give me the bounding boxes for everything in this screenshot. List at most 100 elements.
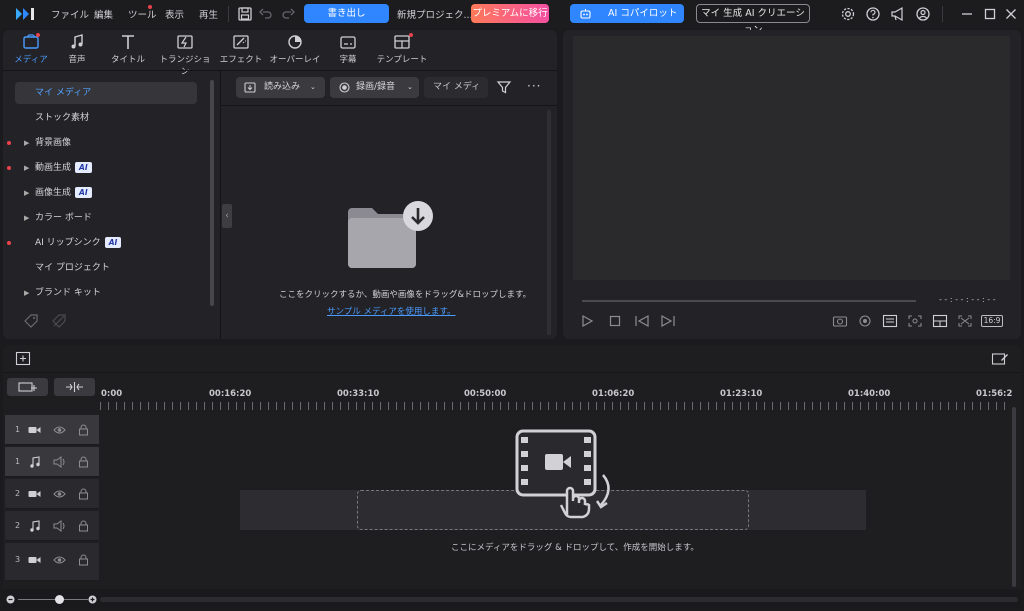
tab-effects[interactable]: エフェクト <box>213 34 269 65</box>
timeline-layout-icon[interactable] <box>15 351 31 366</box>
search-input[interactable]: マイ メディ <box>424 77 488 98</box>
track-header-video-2[interactable]: 2 <box>5 479 99 509</box>
snapshot-icon[interactable] <box>832 314 848 328</box>
next-frame-icon[interactable] <box>660 314 676 328</box>
zoom-fit-icon[interactable] <box>907 314 923 328</box>
aspect-ratio-button[interactable]: 16:9 <box>981 315 1003 327</box>
robot-icon <box>580 9 591 19</box>
redo-icon[interactable] <box>280 6 296 22</box>
filter-icon[interactable] <box>496 79 512 95</box>
ai-copilot-button[interactable]: AI コパイロット <box>570 4 684 23</box>
title-bar: ファイル 編集 ツール 表示 再生 書き出し 新規プロジェク... プレミアムに… <box>0 0 1024 36</box>
close-icon[interactable] <box>1003 6 1019 22</box>
import-button[interactable]: 読み込み ⌄ <box>236 77 325 98</box>
volume-icon[interactable] <box>53 456 66 468</box>
eye-icon[interactable] <box>53 488 66 500</box>
export-button[interactable]: 書き出し <box>304 4 389 23</box>
track-header-audio-1[interactable]: 1 <box>5 447 99 477</box>
sidebar-item-stock[interactable]: ストック素材 <box>15 107 197 129</box>
account-icon[interactable] <box>915 6 931 22</box>
lock-icon[interactable] <box>78 424 89 436</box>
zoom-slider-handle[interactable] <box>55 595 64 604</box>
video-camera-icon <box>28 491 41 497</box>
previous-frame-icon[interactable] <box>634 314 650 328</box>
tab-audio[interactable]: 音声 <box>49 34 105 65</box>
lock-icon[interactable] <box>78 456 89 468</box>
ai-creation-button[interactable]: マイ 生成 AI クリエーション <box>696 4 810 36</box>
import-folder-icon[interactable] <box>346 200 438 272</box>
divider <box>228 6 229 22</box>
menu-file[interactable]: ファイル <box>51 7 89 21</box>
media-scrollbar[interactable] <box>547 110 551 335</box>
lock-icon[interactable] <box>78 520 89 532</box>
import-label: 読み込み <box>264 82 301 92</box>
sidebar-item-my-media[interactable]: マイ メディア <box>15 82 197 104</box>
notify-dot <box>36 33 40 37</box>
zoom-in-icon[interactable] <box>88 595 97 604</box>
track-header-video-3[interactable]: 3 <box>5 543 99 581</box>
tab-overlay-label: オーバーレイ <box>269 55 321 65</box>
stop-icon[interactable] <box>608 314 622 328</box>
lock-icon[interactable] <box>78 554 89 566</box>
play-icon[interactable] <box>580 314 594 328</box>
snap-button[interactable] <box>54 378 95 396</box>
gear-icon[interactable] <box>840 6 856 22</box>
tab-templates[interactable]: テンプレート <box>374 34 430 65</box>
sidebar-item-label: ブランド キット <box>35 288 101 298</box>
zoom-slider-track[interactable] <box>18 599 88 600</box>
save-icon[interactable] <box>237 6 253 22</box>
fullscreen-icon[interactable] <box>957 314 973 328</box>
divider <box>221 105 557 106</box>
undo-icon[interactable] <box>258 6 274 22</box>
sidebar-item-image-gen[interactable]: ▶ 画像生成 AI <box>15 182 197 204</box>
sidebar-scrollbar[interactable] <box>210 80 214 306</box>
timeline-vertical-scrollbar[interactable] <box>1012 407 1016 587</box>
track-header-video-1[interactable]: 1 <box>5 415 99 445</box>
music-note-icon <box>71 34 83 49</box>
tab-overlay[interactable]: オーバーレイ <box>267 34 323 65</box>
menu-tools[interactable]: ツール <box>128 7 157 21</box>
track-header-audio-2[interactable]: 2 <box>5 511 99 541</box>
notify-dot <box>7 166 11 170</box>
eye-icon[interactable] <box>53 424 66 436</box>
volume-icon[interactable] <box>53 520 66 532</box>
more-options-icon[interactable]: ··· <box>527 79 541 93</box>
menu-play[interactable]: 再生 <box>199 7 218 21</box>
sidebar-item-brand-kit[interactable]: ▶ ブランド キット <box>15 282 197 304</box>
ruler-label: 01:56:2 <box>976 389 1013 399</box>
overlay-icon <box>288 35 302 49</box>
add-tag-icon[interactable] <box>23 313 39 329</box>
playback-progress-bar[interactable] <box>582 300 916 302</box>
sidebar-item-my-projects[interactable]: マイ プロジェクト <box>15 257 197 279</box>
sidebar-item-lipsync[interactable]: AI リップシンク AI <box>15 232 197 254</box>
sidebar-item-color-board[interactable]: ▶ カラー ボード <box>15 207 197 229</box>
remove-tag-icon[interactable] <box>51 313 67 329</box>
timeline-horizontal-scrollbar[interactable] <box>100 597 1018 602</box>
ruler-label: 01:23:10 <box>720 389 763 399</box>
record-button[interactable]: 録画/録音 ⌄ <box>330 77 419 98</box>
sidebar-item-video-gen[interactable]: ▶ 動画生成 AI <box>15 157 197 179</box>
timeline-ruler[interactable] <box>100 402 1009 410</box>
tab-titles[interactable]: タイトル <box>100 34 156 65</box>
layout-icon[interactable] <box>932 314 948 328</box>
lock-icon[interactable] <box>78 488 89 500</box>
menu-edit[interactable]: 編集 <box>94 7 113 21</box>
add-track-button[interactable] <box>7 378 48 396</box>
zoom-out-icon[interactable] <box>6 595 15 604</box>
render-preview-icon[interactable] <box>857 314 873 328</box>
subtitle-preview-icon[interactable] <box>882 314 898 328</box>
sidebar-item-backgrounds[interactable]: ▶ 背景画像 <box>15 132 197 154</box>
minimize-icon[interactable] <box>959 6 975 22</box>
collapse-sidebar-button[interactable]: ‹ <box>222 204 232 228</box>
edit-timeline-icon[interactable] <box>991 351 1009 366</box>
eye-icon[interactable] <box>53 554 66 566</box>
premium-button[interactable]: プレミアムに移行 <box>471 4 549 23</box>
menu-view[interactable]: 表示 <box>165 7 184 21</box>
maximize-icon[interactable] <box>982 6 998 22</box>
tab-media-label: メディア <box>14 55 48 65</box>
help-icon[interactable] <box>865 6 881 22</box>
megaphone-icon[interactable] <box>890 6 906 22</box>
tab-subtitles[interactable]: 字幕 <box>320 34 376 65</box>
tab-effects-label: エフェクト <box>219 55 263 65</box>
sample-media-link[interactable]: サンプル メディアを使用します。 <box>327 305 456 317</box>
